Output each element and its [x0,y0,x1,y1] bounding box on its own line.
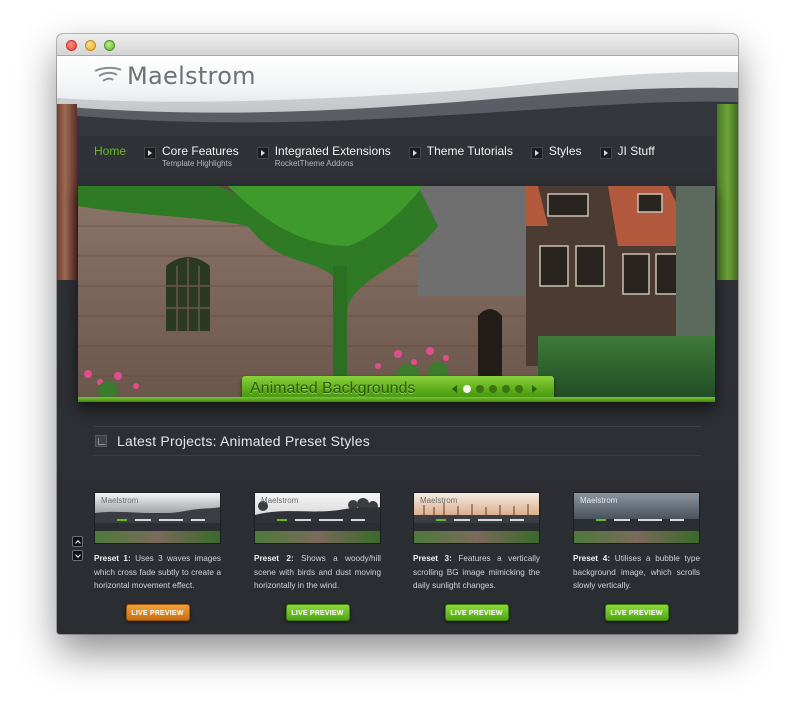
project-description: Preset 2: Shows a woody/hill scene with … [254,552,381,593]
project-thumbnail[interactable]: Maelstrom [413,492,540,544]
slide-dot-1[interactable] [463,385,471,393]
slide-dot-4[interactable] [502,385,510,393]
project-name: Preset 1: [94,554,131,563]
project-name: Preset 4: [573,554,611,563]
project-thumbnail[interactable]: Maelstrom [573,492,700,544]
chevron-up-icon [74,539,81,546]
nav-sub-core-features: Template Highlights [162,159,232,168]
nav-item-home[interactable]: Home [94,144,126,159]
nav-item-core-features[interactable]: Core Features Template Highlights [144,144,239,168]
title-bar [57,34,738,56]
live-preview-button[interactable]: LIVE PREVIEW [125,603,190,621]
slide-image-canal-houses [78,186,715,402]
nav-arrow-icon [144,147,157,159]
logo-text: Maelstrom [127,62,256,90]
nav-item-styles[interactable]: Styles [530,144,582,159]
project-name: Preset 2: [254,554,294,563]
project-card: Maelstrom Preset 1: Uses 3 waves images … [94,492,221,621]
project-card: Maelstrom Preset 2: Shows a woody/hill s… [254,492,381,621]
nav-label-integrated-extensions: Integrated Extensions [274,144,391,158]
nav-sub-integrated-extensions: RocketTheme Addons [274,159,354,168]
nav-label-styles: Styles [548,144,582,158]
slideshow-next-peek[interactable] [717,104,738,280]
chevron-down-icon [74,551,81,558]
close-window-button[interactable] [66,40,77,51]
slide-pager [452,385,537,393]
slide-next-arrow-icon[interactable] [532,385,537,393]
thumb-logo: Maelstrom [101,496,139,505]
nav-arrow-icon [599,147,612,159]
nav-arrow-icon [408,147,421,159]
thumb-logo: Maelstrom [580,496,618,505]
nav-label-theme-tutorials: Theme Tutorials [426,144,513,158]
thumb-logo: Maelstrom [420,496,458,505]
thumb-logo: Maelstrom [261,496,299,505]
project-description: Preset 4: Utilises a bubble type backgro… [573,552,700,593]
slide-title: Animated Backgrounds [250,380,416,397]
nav-label-core-features: Core Features [162,144,239,158]
section-header: Latest Projects: Animated Preset Styles [93,426,701,456]
slide-dot-2[interactable] [476,385,484,393]
scroll-down-button[interactable] [72,550,83,561]
live-preview-button[interactable]: LIVE PREVIEW [285,603,350,621]
site-header: Maelstrom [57,56,738,136]
section-title: Latest Projects: Animated Preset Styles [117,433,370,449]
nav-label-home: Home [94,144,127,158]
slide-dot-5[interactable] [515,385,523,393]
nav-item-ji-stuff[interactable]: JI Stuff [599,144,655,159]
live-preview-button[interactable]: LIVE PREVIEW [444,603,509,621]
project-name: Preset 3: [413,554,452,563]
site-logo[interactable]: Maelstrom [93,62,256,90]
project-scroller [72,536,83,564]
scroll-up-button[interactable] [72,536,83,547]
slideshow: Animated Backgrounds [78,186,715,402]
main-navigation: Home Core Features Template Highlights I… [94,144,673,174]
section-icon [95,435,107,447]
project-description: Preset 3: Features a vertically scrollin… [413,552,540,593]
minimize-window-button[interactable] [85,40,96,51]
project-thumbnail[interactable]: Maelstrom [254,492,381,544]
nav-arrow-icon [256,147,269,159]
project-description: Preset 1: Uses 3 waves images which cros… [94,552,221,593]
zoom-window-button[interactable] [104,40,115,51]
browser-window: Maelstrom Home Core Features Template Hi… [57,34,738,634]
live-preview-button[interactable]: LIVE PREVIEW [604,603,669,621]
nav-item-integrated-extensions[interactable]: Integrated Extensions RocketTheme Addons [256,144,391,168]
nav-arrow-icon [530,147,543,159]
project-thumbnail[interactable]: Maelstrom [94,492,221,544]
slideshow-base-line [78,397,715,402]
project-card: Maelstrom Preset 3: Features a verticall… [413,492,540,621]
project-card: Maelstrom Preset 4: Utilises a bubble ty… [573,492,700,621]
slide-dot-3[interactable] [489,385,497,393]
nav-item-theme-tutorials[interactable]: Theme Tutorials [408,144,513,159]
slide-prev-arrow-icon[interactable] [452,385,457,393]
slideshow-prev-peek[interactable] [57,104,77,280]
nav-label-ji-stuff: JI Stuff [617,144,655,158]
maelstrom-swirl-icon [94,66,122,82]
